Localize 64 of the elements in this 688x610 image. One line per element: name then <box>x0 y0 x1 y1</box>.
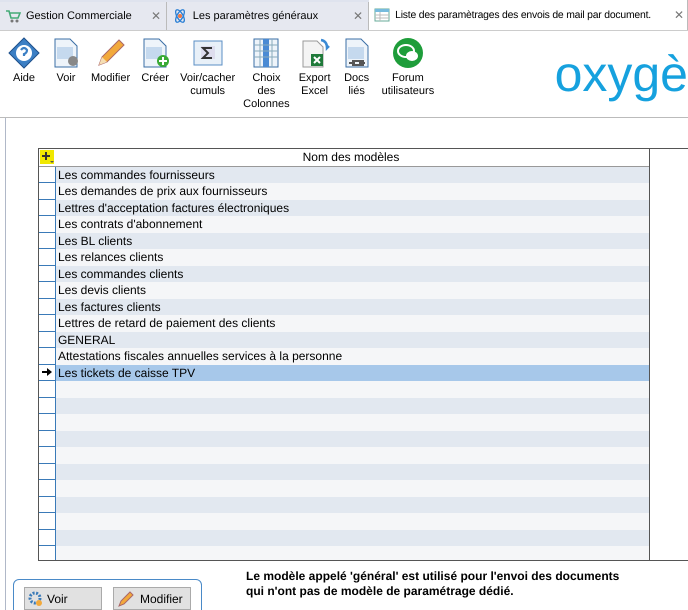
toolbar-button[interactable]: Voir <box>46 37 86 85</box>
close-icon[interactable]: ✕ <box>353 9 364 23</box>
row-selector[interactable] <box>39 430 56 447</box>
row-selector[interactable] <box>39 332 56 348</box>
row-selector[interactable] <box>39 447 56 464</box>
row-selector[interactable] <box>39 266 56 282</box>
row-selector[interactable] <box>39 398 56 414</box>
toolbar-button[interactable]: Forum utilisateurs <box>378 37 438 98</box>
logo: oxygè <box>554 47 688 101</box>
tab[interactable]: Gestion Commerciale ✕ <box>0 2 167 30</box>
table-cell[interactable]: Les demandes de prix aux fournisseurs <box>56 183 649 200</box>
table-cell[interactable]: Les BL clients <box>56 232 649 249</box>
row-pointer[interactable] <box>39 364 56 381</box>
toolbar-button[interactable]: Export Excel <box>294 37 335 98</box>
table-cell[interactable]: Les commandes clients <box>56 266 649 282</box>
toolbar-button[interactable]: Docs liés <box>336 37 377 98</box>
row-selector[interactable] <box>39 183 56 200</box>
toolbar-button[interactable]: Créer <box>135 37 176 85</box>
table-cell[interactable]: Les tickets de caisse TPV <box>56 364 649 381</box>
toolbar-button[interactable]: Modifier <box>88 37 134 85</box>
table-cell[interactable]: Attestations fiscales annuelles services à la personne <box>56 348 649 364</box>
row-selector[interactable] <box>39 464 56 480</box>
row-selector[interactable] <box>39 381 56 398</box>
table-cell[interactable]: Les factures clients <box>56 298 649 315</box>
chat-icon <box>392 37 424 69</box>
current-row-arrow-icon <box>42 367 52 378</box>
table-cell[interactable]: Lettres de retard de paiement des clients <box>56 315 649 332</box>
row-selector[interactable] <box>39 200 56 216</box>
edit-button[interactable]: Modifier <box>113 587 191 610</box>
add-column-icon[interactable] <box>40 150 54 164</box>
table-cell[interactable]: Les contrats d'abonnement <box>56 216 649 232</box>
row-selector[interactable] <box>39 216 56 232</box>
table-cell[interactable]: Les relances clients <box>56 249 649 266</box>
row-selector[interactable] <box>39 348 56 364</box>
pencil-icon <box>118 590 134 606</box>
row-selector[interactable] <box>39 513 56 530</box>
view-button[interactable]: Voir <box>24 587 102 610</box>
table-cell[interactable]: Les devis clients <box>56 282 649 298</box>
gear-icon <box>28 590 44 606</box>
toolbar-button[interactable]: Voir/cacher cumuls <box>177 37 238 98</box>
row-selector[interactable] <box>39 282 56 298</box>
tab[interactable]: Les paramètres généraux ✕ <box>166 2 370 30</box>
help-icon <box>8 37 40 69</box>
table-cell[interactable]: Les commandes fournisseurs <box>56 166 649 183</box>
row-selector[interactable] <box>39 530 56 546</box>
table-icon <box>374 7 390 23</box>
tab[interactable]: Liste des paramètrages des envois de mail par document. ✕ <box>369 0 688 30</box>
row-selector[interactable] <box>39 298 56 315</box>
cart-icon <box>5 8 21 24</box>
row-selector[interactable] <box>39 496 56 513</box>
toolbar-button[interactable]: Choix des Colonnes <box>240 37 293 111</box>
toolbar-button[interactable]: Aide <box>4 37 44 85</box>
table-cell[interactable]: GENERAL <box>56 332 649 348</box>
column-header[interactable]: Nom des modèles <box>55 149 647 166</box>
table-cell[interactable]: Lettres d'acceptation factures électroniques <box>56 200 649 216</box>
row-selector[interactable] <box>39 315 56 332</box>
row-selector[interactable] <box>39 249 56 266</box>
row-selector[interactable] <box>39 414 56 430</box>
close-icon[interactable]: ✕ <box>150 9 161 23</box>
info-note: Le modèle appelé 'général' est utilisé pour l'envoi des documents qui n'ont pas de modèle de paramétrage dédié. <box>246 569 620 599</box>
close-icon[interactable]: ✕ <box>674 8 684 22</box>
row-selector[interactable] <box>39 232 56 249</box>
row-selector[interactable] <box>39 166 56 183</box>
row-selector[interactable] <box>39 480 56 496</box>
